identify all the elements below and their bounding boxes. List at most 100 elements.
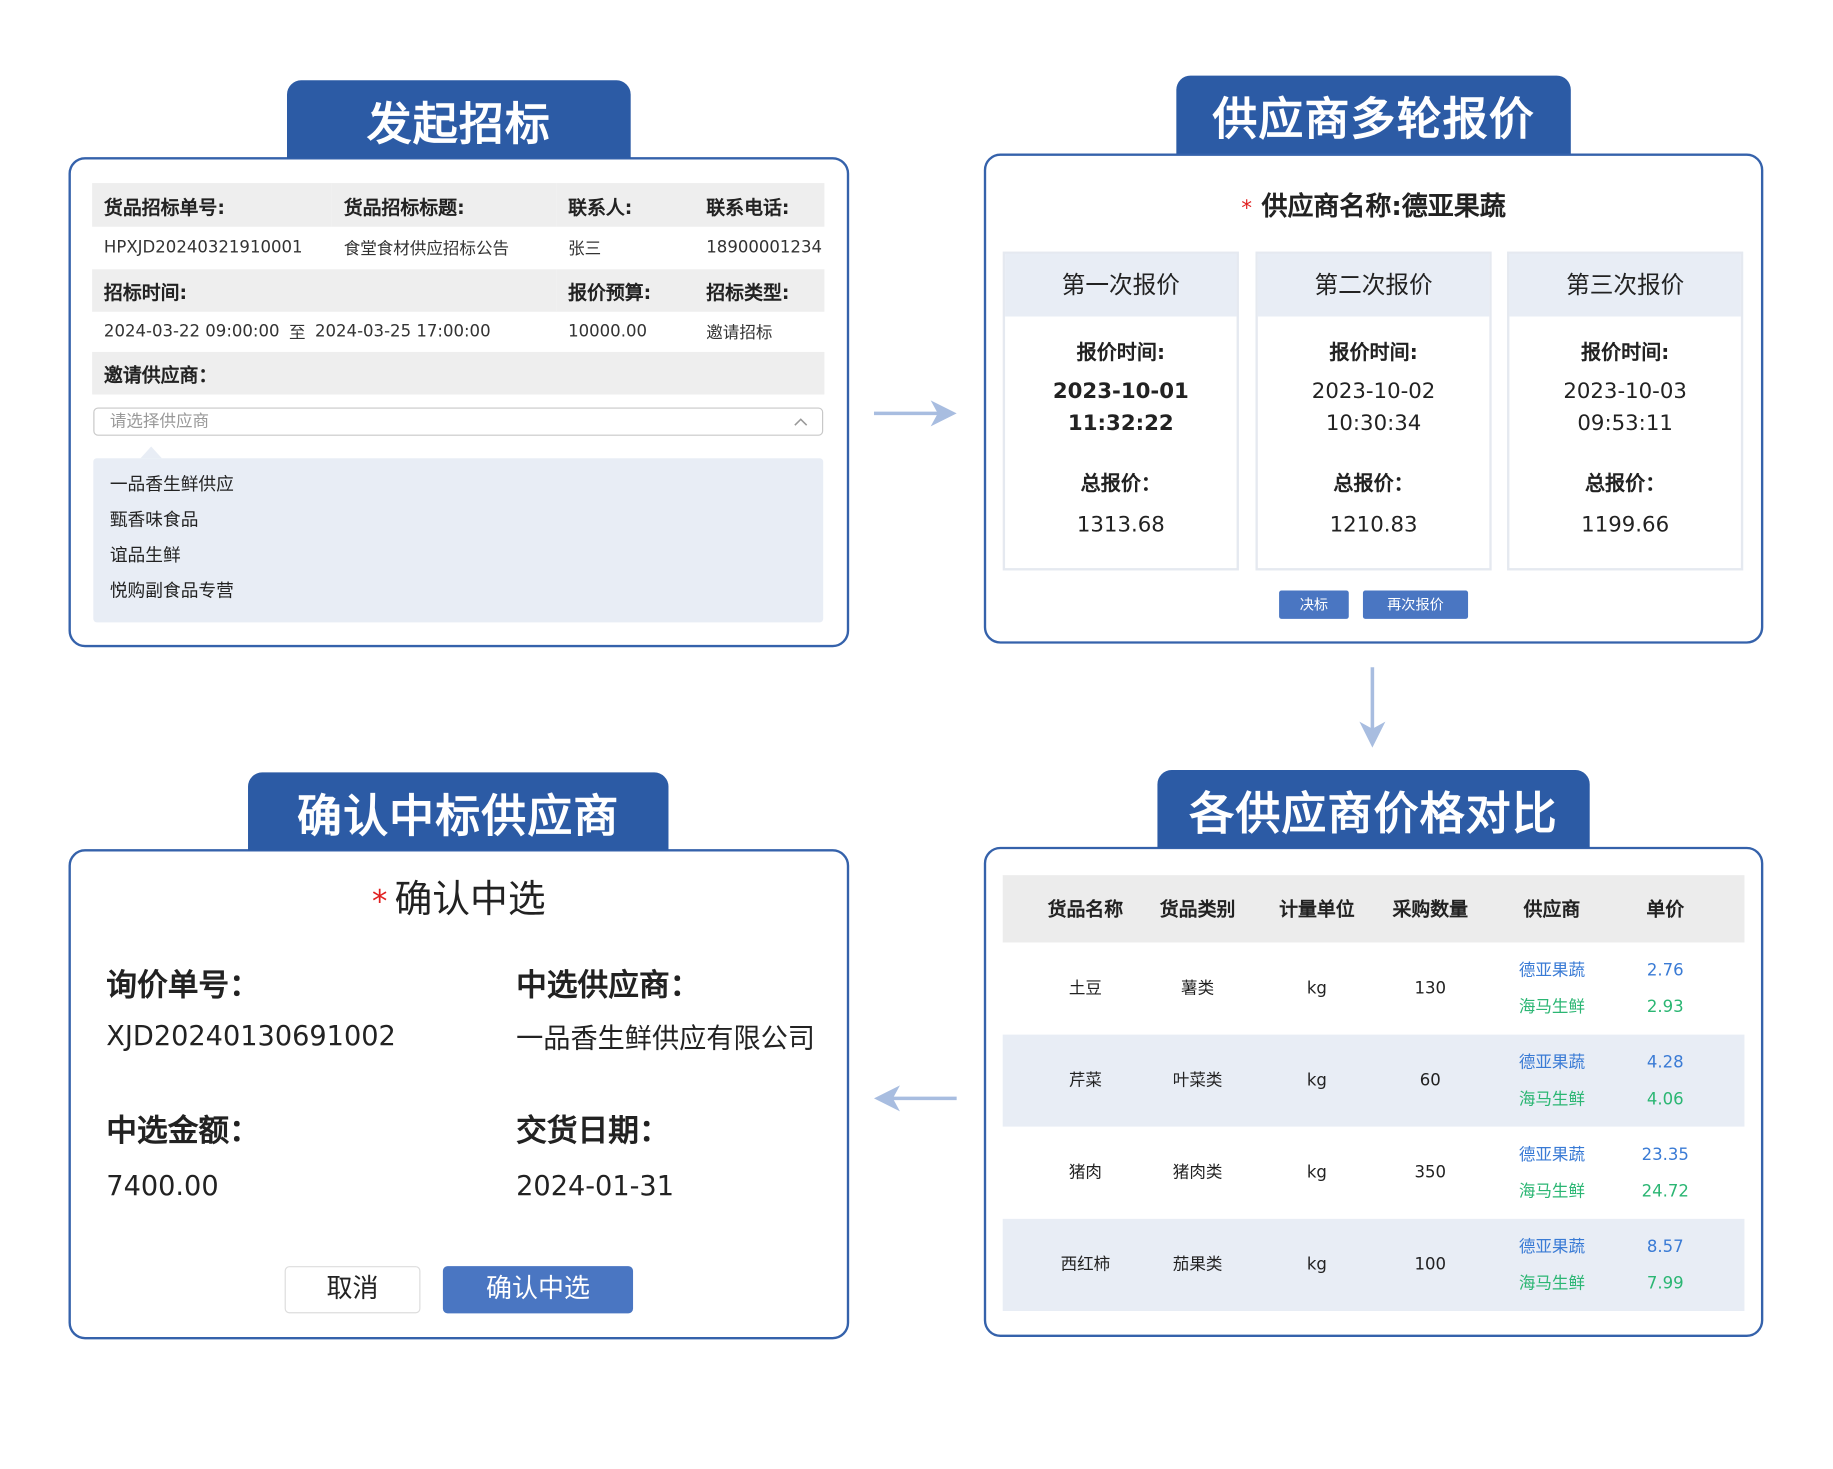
quote-total-value: 1210.83 bbox=[1329, 512, 1418, 538]
quantity-cell: 100 bbox=[1414, 1255, 1447, 1275]
quantity-cell: 60 bbox=[1419, 1071, 1441, 1091]
product-category-cell: 猪肉类 bbox=[1172, 1163, 1223, 1183]
cancel-button[interactable]: 取消 bbox=[284, 1266, 421, 1314]
multi-round-quote-panel: * 供应商名称:德亚果蔬 第一次报价 报价时间: 2023-10-01 11:32… bbox=[983, 153, 1764, 644]
tender-no-value: HPXJD20240321910001 bbox=[103, 238, 303, 258]
arrow-right-icon bbox=[873, 400, 957, 427]
tender-time-separator: 至 bbox=[289, 323, 306, 343]
award-button[interactable]: 决标 bbox=[1279, 590, 1349, 619]
quote-total-value: 1313.68 bbox=[1076, 512, 1165, 538]
supplier-name-value: 德亚果蔬 bbox=[1401, 192, 1506, 223]
contact-value: 张三 bbox=[568, 239, 602, 259]
supplier-a-cell: 德亚果蔬 bbox=[1518, 961, 1585, 981]
product-category-cell: 薯类 bbox=[1181, 979, 1215, 998]
column-header: 货品类别 bbox=[1159, 897, 1236, 921]
supplier-b-cell: 海马生鲜 bbox=[1518, 1090, 1585, 1110]
supplier-select-placeholder: 请选择供应商 bbox=[109, 412, 210, 432]
dropdown-pointer bbox=[140, 446, 162, 459]
required-mark: * bbox=[1241, 196, 1253, 221]
selected-amount-label: 中选金额： bbox=[106, 1113, 260, 1150]
price-b-cell: 24.72 bbox=[1641, 1182, 1689, 1202]
initiate-tender-tab: 发起招标 bbox=[286, 80, 631, 159]
quantity-cell: 350 bbox=[1414, 1163, 1447, 1183]
confirm-winner-panel: * 确认中选 询价单号： XJD20240130691002 中选供应商： 一品香… bbox=[68, 849, 850, 1340]
table-row: 芹菜 叶菜类 kg 60 德亚果蔬 海马生鲜 4.28 4.06 bbox=[1002, 1034, 1745, 1127]
selected-supplier-label: 中选供应商： bbox=[516, 968, 701, 1004]
supplier-b-cell: 海马生鲜 bbox=[1518, 1182, 1585, 1202]
product-category-cell: 叶菜类 bbox=[1172, 1071, 1223, 1091]
supplier-dropdown: 一品香生鲜供应 甄香味食品 谊品生鲜 悦购副食品专营 bbox=[93, 446, 824, 623]
supplier-b-cell: 海马生鲜 bbox=[1518, 997, 1585, 1017]
initiate-tender-panel: 货品招标单号: 货品招标标题: 联系人: 联系电话: HPXJD20240321… bbox=[68, 157, 850, 648]
required-mark: * bbox=[372, 884, 388, 921]
supplier-name-label: 供应商名称: bbox=[1261, 192, 1402, 223]
supplier-option[interactable]: 谊品生鲜 bbox=[93, 537, 823, 572]
supplier-name-heading: * 供应商名称:德亚果蔬 bbox=[986, 191, 1761, 224]
quantity-cell: 130 bbox=[1414, 979, 1447, 998]
supplier-a-cell: 德亚果蔬 bbox=[1518, 1237, 1585, 1257]
product-name-cell: 土豆 bbox=[1068, 979, 1102, 998]
product-name-cell: 猪肉 bbox=[1068, 1163, 1102, 1183]
table-header: 货品名称 货品类别 计量单位 采购数量 供应商 单价 bbox=[1002, 875, 1745, 943]
unit-cell: kg bbox=[1306, 979, 1327, 998]
price-a-cell: 2.76 bbox=[1646, 961, 1684, 981]
supplier-select[interactable]: 请选择供应商 bbox=[93, 407, 824, 436]
chevron-up-icon[interactable] bbox=[794, 417, 808, 426]
initiate-tender-title: 发起招标 bbox=[366, 97, 551, 150]
quote-round-card: 第二次报价 报价时间: 2023-10-02 10:30:34 总报价： 121… bbox=[1255, 251, 1492, 571]
requote-button[interactable]: 再次报价 bbox=[1362, 590, 1469, 619]
inquiry-no-label: 询价单号： bbox=[106, 968, 260, 1004]
phone-label: 联系电话: bbox=[694, 183, 825, 227]
column-header: 计量单位 bbox=[1279, 897, 1355, 921]
arrow-left-icon bbox=[873, 1085, 957, 1112]
tender-subject-value: 食堂食材供应招标公告 bbox=[343, 239, 510, 259]
selected-supplier-value: 一品香生鲜供应有限公司 bbox=[516, 1023, 815, 1055]
confirm-winner-tab: 确认中标供应商 bbox=[248, 772, 669, 851]
quote-date: 2023-10-02 bbox=[1311, 379, 1436, 404]
quote-date: 2023-10-01 bbox=[1052, 379, 1189, 404]
supplier-option[interactable]: 甄香味食品 bbox=[93, 502, 823, 537]
column-header: 供应商 bbox=[1523, 897, 1581, 921]
supplier-option[interactable]: 一品香生鲜供应 bbox=[93, 467, 823, 502]
column-header: 单价 bbox=[1646, 897, 1685, 921]
unit-cell: kg bbox=[1306, 1255, 1327, 1275]
tender-type-value: 邀请招标 bbox=[706, 323, 773, 343]
workflow-canvas: 发起招标 货品招标单号: 货品招标标题: 联系人: 联系电话: HPXJD202… bbox=[0, 0, 1833, 1468]
budget-value: 10000.00 bbox=[568, 322, 647, 342]
price-b-cell: 2.93 bbox=[1646, 997, 1684, 1017]
column-header: 采购数量 bbox=[1392, 897, 1469, 921]
price-compare-panel: 货品名称 货品类别 计量单位 采购数量 供应商 单价 土豆 薯类 kg 130 … bbox=[983, 846, 1764, 1337]
phone-value: 18900001234 bbox=[706, 238, 822, 258]
quote-time-label: 报价时间: bbox=[1329, 341, 1418, 365]
product-name-cell: 芹菜 bbox=[1068, 1071, 1102, 1091]
quote-round-card: 第一次报价 报价时间: 2023-10-01 11:32:22 总报价： 131… bbox=[1002, 251, 1239, 571]
product-name-cell: 西红柿 bbox=[1060, 1255, 1111, 1275]
quote-time-label: 报价时间: bbox=[1076, 341, 1166, 365]
product-category-cell: 茄果类 bbox=[1172, 1255, 1223, 1275]
tender-start-time: 2024-03-22 09:00:00 bbox=[103, 322, 280, 342]
unit-cell: kg bbox=[1306, 1163, 1327, 1183]
delivery-date-value: 2024-01-31 bbox=[516, 1171, 674, 1203]
confirm-winner-title: 确认中标供应商 bbox=[297, 789, 620, 842]
price-compare-table: 货品名称 货品类别 计量单位 采购数量 供应商 单价 土豆 薯类 kg 130 … bbox=[1002, 875, 1745, 1311]
multi-round-quote-tab: 供应商多轮报价 bbox=[1176, 75, 1571, 154]
confirm-selection-button[interactable]: 确认中选 bbox=[442, 1266, 634, 1314]
table-row: 西红柿 茄果类 kg 100 德亚果蔬 海马生鲜 8.57 7.99 bbox=[1002, 1218, 1745, 1311]
quote-round-card: 第三次报价 报价时间: 2023-10-03 09:53:11 总报价： 119… bbox=[1507, 251, 1744, 571]
quote-total-label: 总报价： bbox=[1584, 472, 1666, 497]
tender-time-label: 招标时间: bbox=[92, 269, 557, 312]
price-b-cell: 7.99 bbox=[1646, 1274, 1684, 1294]
column-header: 货品名称 bbox=[1047, 897, 1124, 921]
tender-type-label: 招标类型: bbox=[694, 269, 825, 312]
price-a-cell: 23.35 bbox=[1641, 1145, 1689, 1165]
quote-round-title: 第二次报价 bbox=[1257, 253, 1490, 317]
multi-round-quote-title: 供应商多轮报价 bbox=[1212, 92, 1535, 145]
supplier-option[interactable]: 悦购副食品专营 bbox=[93, 573, 823, 608]
confirm-heading: * 确认中选 bbox=[71, 875, 847, 922]
price-a-cell: 4.28 bbox=[1646, 1053, 1684, 1073]
quote-total-label: 总报价： bbox=[1333, 472, 1414, 497]
price-compare-tab: 各供应商价格对比 bbox=[1157, 770, 1590, 849]
quote-time-label: 报价时间: bbox=[1580, 341, 1670, 365]
tender-info-table: 货品招标单号: 货品招标标题: 联系人: 联系电话: HPXJD20240321… bbox=[92, 183, 825, 395]
price-b-cell: 4.06 bbox=[1646, 1090, 1684, 1110]
